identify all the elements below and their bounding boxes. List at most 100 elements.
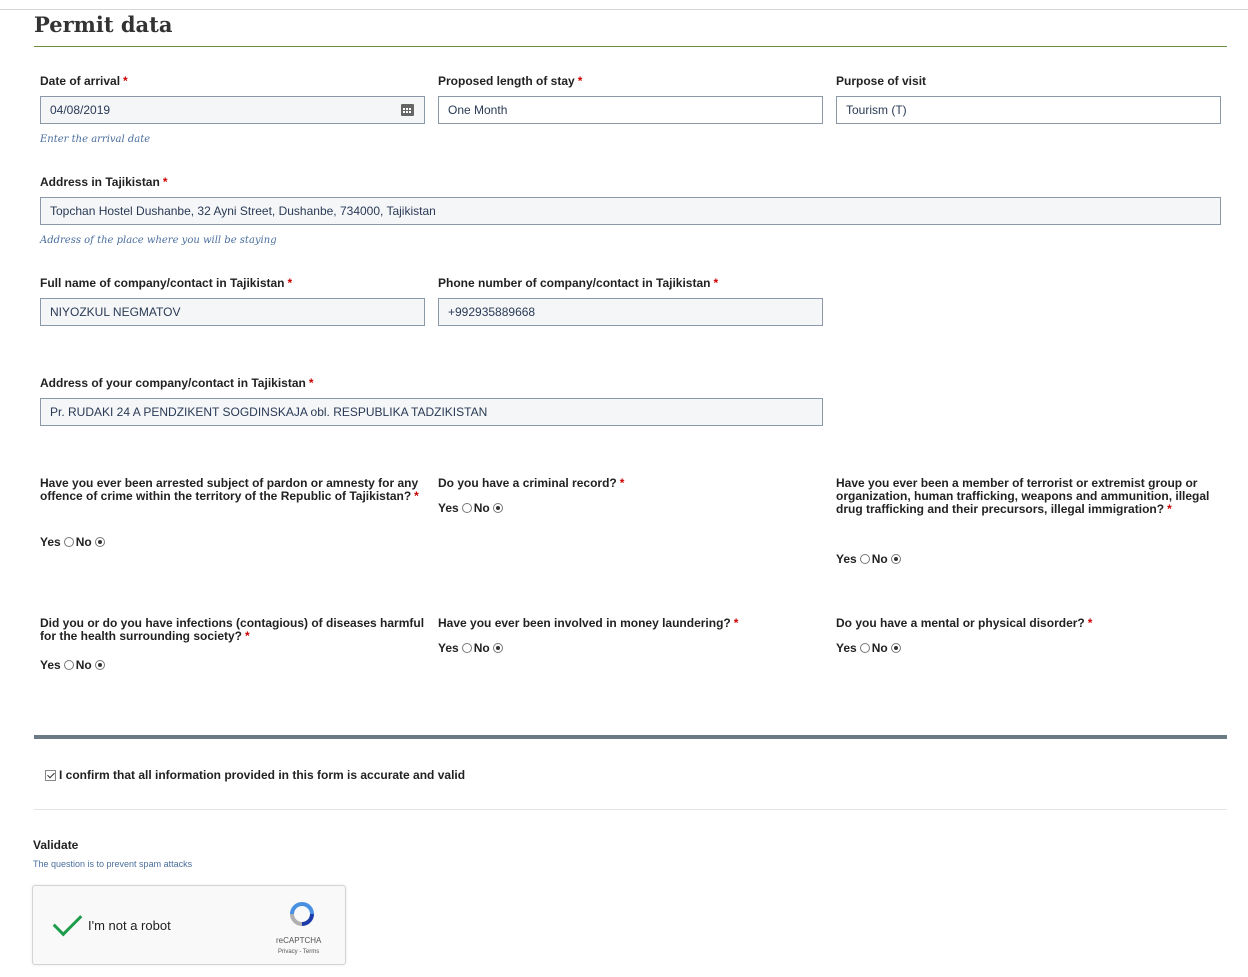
arrival-label: Date of arrival * <box>40 73 128 89</box>
contact-name-value: NIYOZKUL NEGMATOV <box>50 305 181 319</box>
required-marker: * <box>414 489 419 503</box>
recaptcha-widget[interactable]: I'm not a robot reCAPTCHA Privacy - Term… <box>32 885 346 965</box>
radio-no[interactable] <box>890 554 901 564</box>
radio-group-money-laundering: Yes No <box>438 641 505 655</box>
question-money-laundering-text: Have you ever been involved in money lau… <box>438 616 731 630</box>
stay-length-field[interactable]: One Month <box>438 96 823 124</box>
required-marker: * <box>1087 616 1093 630</box>
purpose-field[interactable]: Tourism (T) <box>836 96 1221 124</box>
address-value: Topchan Hostel Dushanbe, 32 Ayni Street,… <box>50 204 436 218</box>
recaptcha-logo-icon <box>290 902 314 926</box>
contact-name-label: Full name of company/contact in Tajikist… <box>40 275 292 291</box>
radio-group-criminal-record: Yes No <box>438 501 505 515</box>
required-marker: * <box>733 616 739 630</box>
radio-group-mental-disorder: Yes No <box>836 641 903 655</box>
contact-phone-label: Phone number of company/contact in Tajik… <box>438 275 718 291</box>
address-field[interactable]: Topchan Hostel Dushanbe, 32 Ayni Street,… <box>40 197 1221 225</box>
contact-address-label: Address of your company/contact in Tajik… <box>40 375 314 391</box>
validate-subtitle: The question is to prevent spam attacks <box>33 859 193 869</box>
recaptcha-brand: reCAPTCHA <box>276 936 322 945</box>
stay-label: Proposed length of stay * <box>438 73 582 89</box>
arrival-date-field[interactable]: 04/08/2019 <box>40 96 425 124</box>
address-label: Address in Tajikistan * <box>40 174 167 190</box>
yes-label: Yes <box>836 641 857 655</box>
question-terrorism: Have you ever been a member of terrorist… <box>836 477 1228 516</box>
radio-yes[interactable] <box>63 537 74 547</box>
radio-yes[interactable] <box>859 554 870 564</box>
question-terrorism-text: Have you ever been a member of terrorist… <box>836 476 1210 516</box>
stay-length-value: One Month <box>448 103 508 117</box>
contact-phone-label-text: Phone number of company/contact in Tajik… <box>438 276 711 290</box>
purpose-value: Tourism (T) <box>846 103 907 117</box>
question-arrested: Have you ever been arrested subject of p… <box>40 477 430 503</box>
contact-name-label-text: Full name of company/contact in Tajikist… <box>40 276 285 290</box>
radio-no[interactable] <box>492 643 503 653</box>
title-divider <box>34 46 1227 47</box>
required-marker: * <box>245 629 250 643</box>
question-money-laundering: Have you ever been involved in money lau… <box>438 617 828 630</box>
stay-label-text: Proposed length of stay <box>438 74 575 88</box>
required-marker: * <box>162 175 168 189</box>
no-label: No <box>473 501 490 515</box>
no-label: No <box>75 535 92 549</box>
confirm-row[interactable]: I confirm that all information provided … <box>45 768 465 782</box>
radio-no[interactable] <box>492 503 503 513</box>
purpose-label-text: Purpose of visit <box>836 74 927 88</box>
calendar-icon[interactable] <box>401 104 414 116</box>
no-label: No <box>473 641 490 655</box>
address-label-text: Address in Tajikistan <box>40 175 160 189</box>
top-border <box>0 9 1248 10</box>
yes-label: Yes <box>438 501 459 515</box>
radio-yes[interactable] <box>461 503 472 513</box>
contact-address-value: Pr. RUDAKI 24 A PENDZIKENT SOGDINSKAJA o… <box>50 405 488 419</box>
required-marker: * <box>577 74 583 88</box>
question-arrested-text: Have you ever been arrested subject of p… <box>40 476 419 503</box>
no-label: No <box>871 552 888 566</box>
required-marker: * <box>123 74 128 88</box>
address-hint: Address of the place where you will be s… <box>40 235 277 246</box>
required-marker: * <box>308 376 314 390</box>
question-infections: Did you or do you have infections (conta… <box>40 617 430 643</box>
section-title: Permit data <box>34 12 173 37</box>
recaptcha-links[interactable]: Privacy - Terms <box>278 949 338 955</box>
question-criminal-record-text: Do you have a criminal record? <box>438 476 617 490</box>
contact-address-label-text: Address of your company/contact in Tajik… <box>40 376 306 390</box>
divider <box>34 809 1227 810</box>
arrival-hint: Enter the arrival date <box>40 134 151 145</box>
radio-group-terrorism: Yes No <box>836 552 903 566</box>
radio-yes[interactable] <box>859 643 870 653</box>
radio-yes[interactable] <box>63 660 74 670</box>
radio-no[interactable] <box>94 660 105 670</box>
arrival-label-text: Date of arrival <box>40 74 121 88</box>
required-marker: * <box>1167 502 1172 516</box>
radio-yes[interactable] <box>461 643 472 653</box>
confirm-label: I confirm that all information provided … <box>59 768 466 782</box>
validate-title: Validate <box>33 838 79 852</box>
checkmark-icon[interactable] <box>52 906 83 937</box>
radio-group-infections: Yes No <box>40 658 107 672</box>
no-label: No <box>871 641 888 655</box>
required-marker: * <box>287 276 293 290</box>
yes-label: Yes <box>836 552 857 566</box>
confirm-checkbox[interactable] <box>45 769 56 781</box>
section-divider <box>34 735 1227 739</box>
contact-name-field[interactable]: NIYOZKUL NEGMATOV <box>40 298 425 326</box>
contact-phone-field[interactable]: +992935889668 <box>438 298 823 326</box>
arrival-date-value: 04/08/2019 <box>50 103 111 117</box>
radio-group-arrested: Yes No <box>40 535 107 549</box>
contact-phone-value: +992935889668 <box>448 305 536 319</box>
required-marker: * <box>619 476 625 490</box>
yes-label: Yes <box>438 641 459 655</box>
required-marker: * <box>713 276 719 290</box>
captcha-label: I'm not a robot <box>88 918 171 933</box>
question-criminal-record: Do you have a criminal record? * <box>438 477 828 490</box>
yes-label: Yes <box>40 535 61 549</box>
question-infections-text: Did you or do you have infections (conta… <box>40 616 425 643</box>
question-mental-disorder-text: Do you have a mental or physical disorde… <box>836 616 1085 630</box>
no-label: No <box>75 658 92 672</box>
radio-no[interactable] <box>890 643 901 653</box>
purpose-label: Purpose of visit <box>836 73 926 89</box>
radio-no[interactable] <box>94 537 105 547</box>
contact-address-field[interactable]: Pr. RUDAKI 24 A PENDZIKENT SOGDINSKAJA o… <box>40 398 823 426</box>
question-mental-disorder: Do you have a mental or physical disorde… <box>836 617 1228 630</box>
